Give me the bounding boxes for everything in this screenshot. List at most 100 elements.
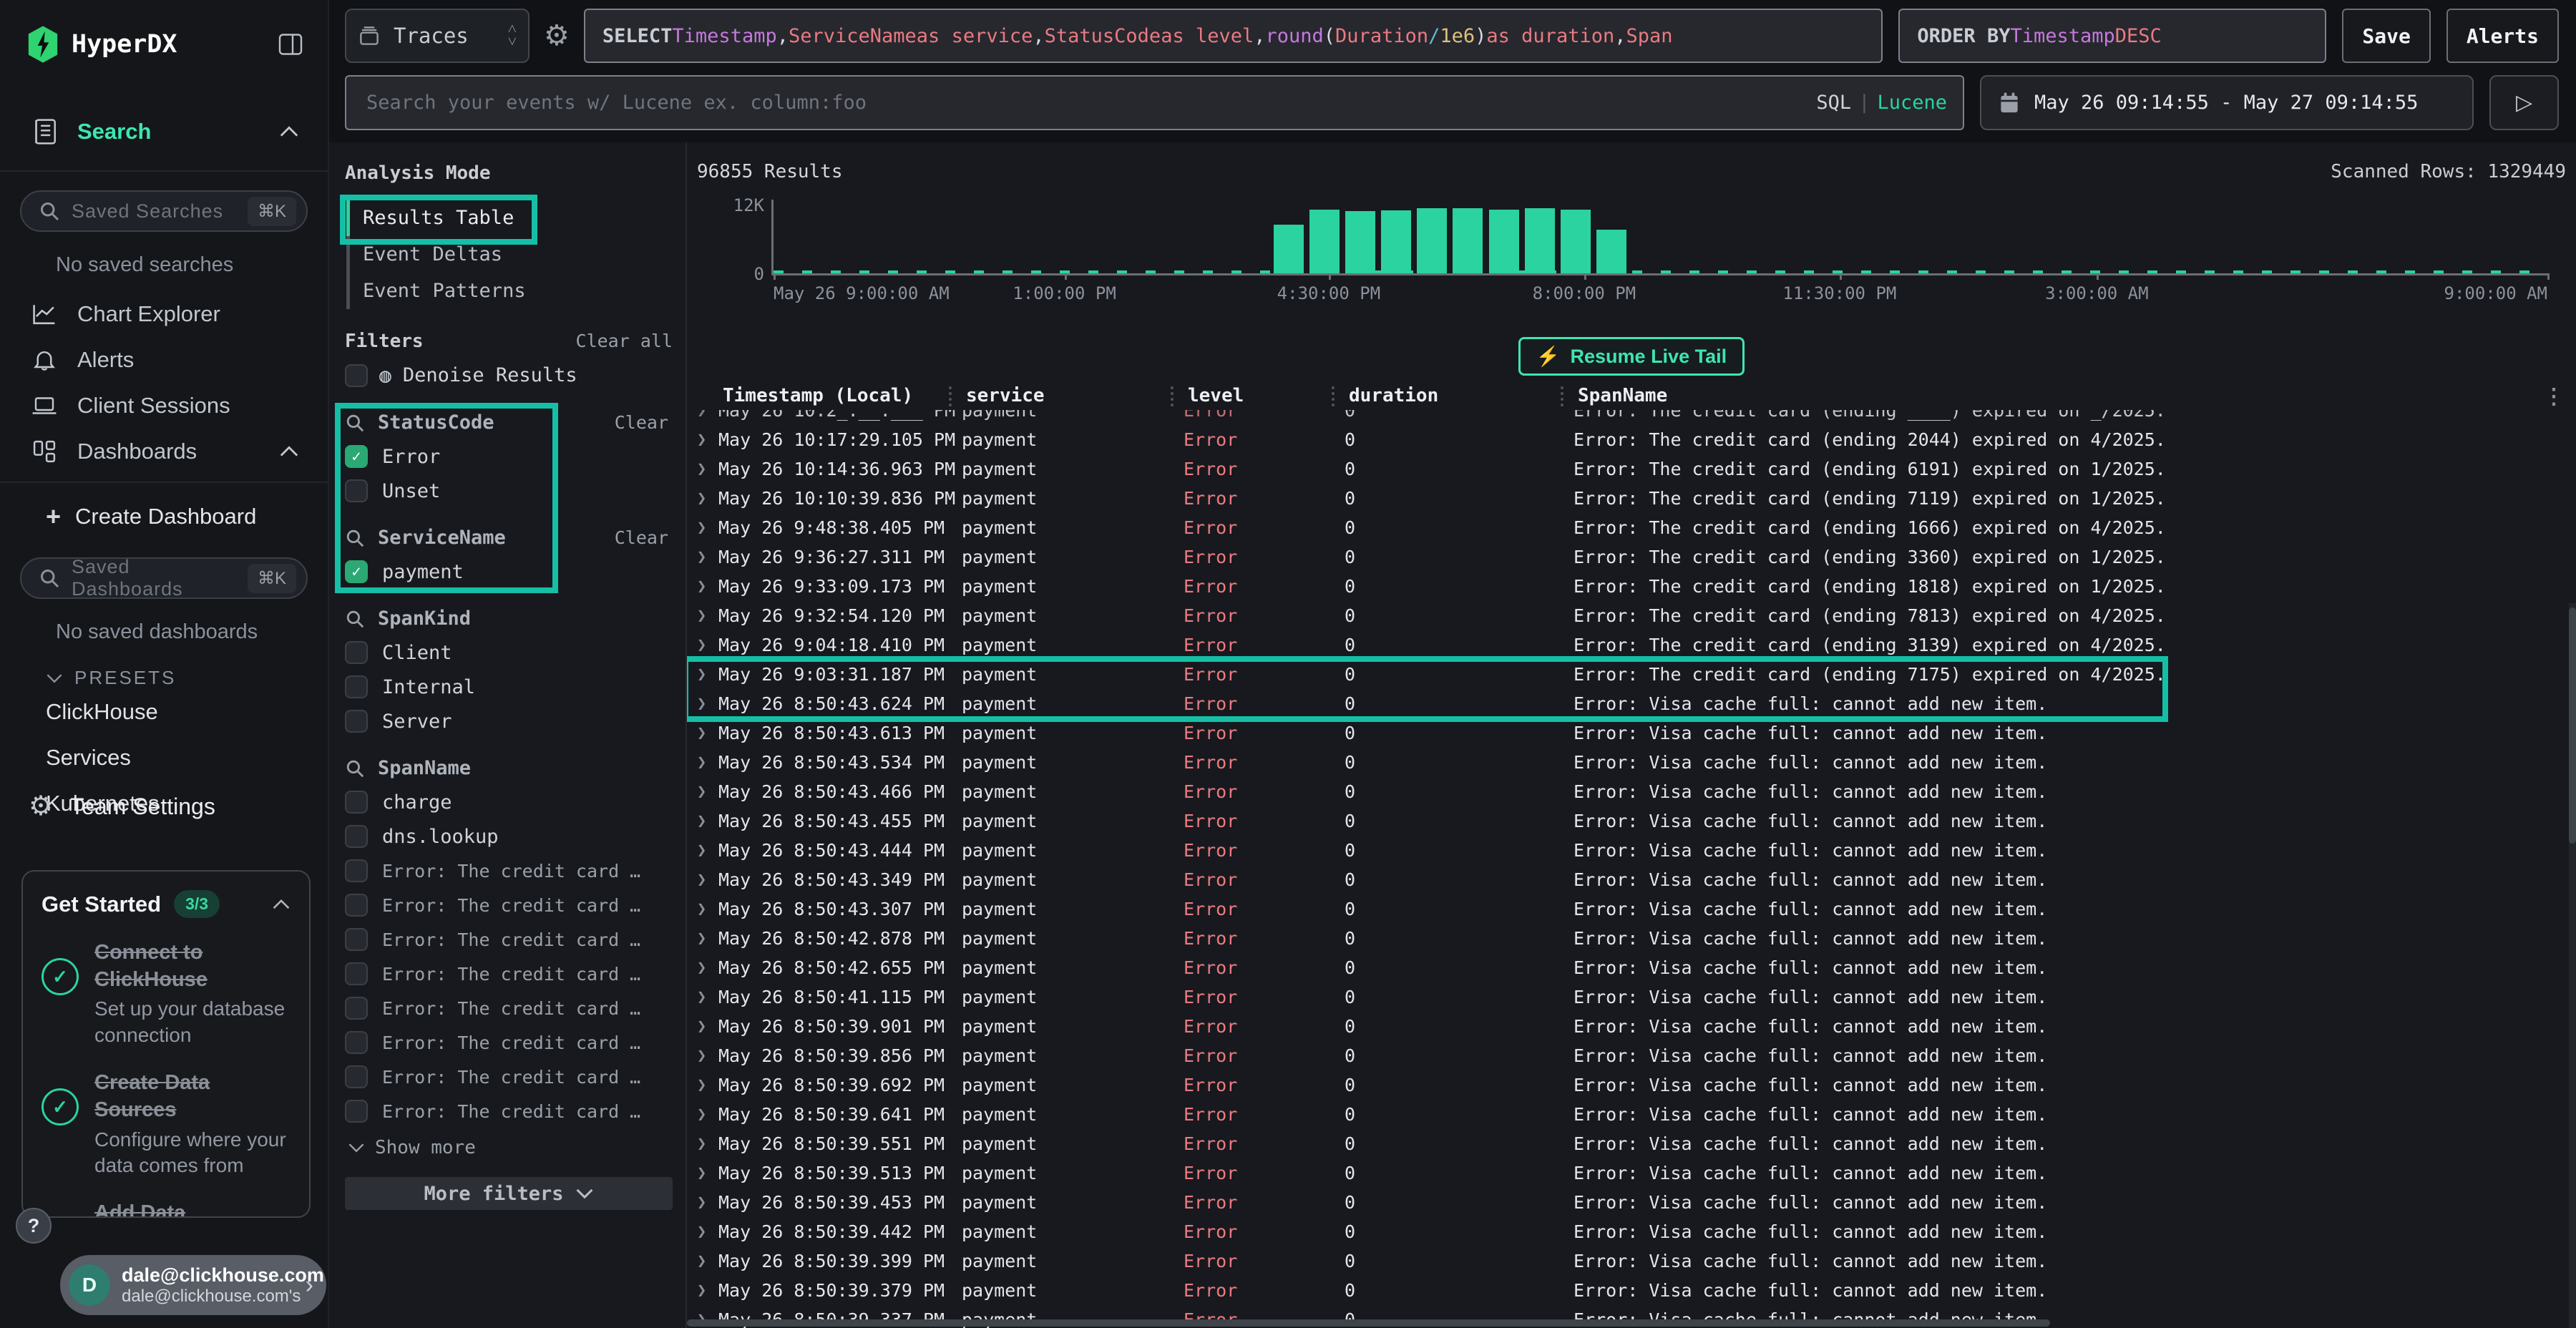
table-row[interactable]: ❯May 26 8:50:39.856 PMpaymentError0Error… — [687, 1041, 2576, 1070]
checkbox-unchecked[interactable] — [345, 710, 368, 733]
checkbox-unchecked[interactable] — [345, 1100, 368, 1123]
filter-option-row[interactable]: ✓Error — [345, 445, 673, 468]
histogram-plot[interactable]: May 26 9:00:00 AM1:00:00 PM4:30:00 PM8:0… — [771, 200, 2547, 275]
get-started-header[interactable]: Get Started 3/3 — [42, 890, 291, 918]
row-expand-chevron-icon[interactable]: ❯ — [697, 753, 718, 771]
row-expand-chevron-icon[interactable]: ❯ — [697, 959, 718, 977]
checkbox-checked[interactable]: ✓ — [345, 560, 368, 583]
table-row[interactable]: ❯May 26 8:50:43.455 PMpaymentError0Error… — [687, 806, 2576, 836]
create-dashboard-button[interactable]: + Create Dashboard — [0, 494, 328, 539]
table-row[interactable]: ❯May 26 8:50:43.444 PMpaymentError0Error… — [687, 836, 2576, 865]
filter-option-row[interactable]: Error: The credit card … — [345, 1065, 673, 1088]
preset-dashboard-clickhouse[interactable]: ClickHouse — [0, 689, 328, 735]
table-row-clipped[interactable]: ❯May 26 10:2_:__.___ PMpaymentError0Erro… — [687, 410, 2576, 425]
column-header-timestamp[interactable]: Timestamp (Local) — [718, 385, 962, 406]
column-header-level[interactable]: level — [1184, 385, 1345, 406]
row-expand-chevron-icon[interactable]: ❯ — [697, 783, 718, 801]
table-row[interactable]: ❯May 26 8:50:41.115 PMpaymentError0Error… — [687, 982, 2576, 1012]
table-row[interactable]: ❯May 26 8:50:39.453 PMpaymentError0Error… — [687, 1188, 2576, 1217]
table-row[interactable]: ❯May 26 10:10:39.836 PMpaymentError0Erro… — [687, 484, 2576, 513]
row-expand-chevron-icon[interactable]: ❯ — [697, 665, 718, 683]
clear-all-filters-button[interactable]: Clear all — [576, 331, 673, 351]
search-icon[interactable] — [345, 413, 365, 433]
table-row[interactable]: ❯May 26 9:33:09.173 PMpaymentError0Error… — [687, 572, 2576, 601]
row-expand-chevron-icon[interactable]: ❯ — [697, 1047, 718, 1065]
sidebar-item-chart-explorer[interactable]: Chart Explorer — [0, 291, 328, 337]
presets-toggle[interactable]: PRESETS — [0, 648, 328, 689]
table-row[interactable]: ❯May 26 10:17:29.105 PMpaymentError0Erro… — [687, 425, 2576, 454]
search-icon[interactable] — [345, 609, 365, 629]
filter-option-row[interactable]: Internal — [345, 675, 673, 698]
table-row[interactable]: ❯May 26 8:50:43.466 PMpaymentError0Error… — [687, 777, 2576, 806]
checkbox-unchecked[interactable] — [345, 1031, 368, 1054]
checkbox-unchecked[interactable] — [345, 791, 368, 814]
table-row[interactable]: ❯May 26 8:50:43.613 PMpaymentError0Error… — [687, 718, 2576, 748]
checkbox-unchecked[interactable] — [345, 479, 368, 502]
filter-group-clear-button[interactable]: Clear — [615, 412, 673, 433]
sidebar-item-client-sessions[interactable]: Client Sessions — [0, 383, 328, 429]
table-row[interactable]: ❯May 26 9:32:54.120 PMpaymentError0Error… — [687, 601, 2576, 630]
row-expand-chevron-icon[interactable]: ❯ — [697, 724, 718, 742]
filter-option-row[interactable]: Error: The credit card … — [345, 894, 673, 917]
table-row[interactable]: ❯May 26 8:50:39.513 PMpaymentError0Error… — [687, 1158, 2576, 1188]
resume-live-tail-button[interactable]: ⚡ Resume Live Tail — [1518, 337, 1745, 376]
table-row[interactable]: ❯May 26 10:14:36.963 PMpaymentError0Erro… — [687, 454, 2576, 484]
saved-searches-input[interactable]: Saved Searches ⌘K — [20, 190, 308, 232]
more-filters-button[interactable]: More filters — [345, 1177, 673, 1210]
source-select[interactable]: Traces ˄˅ — [345, 9, 530, 63]
table-row[interactable]: ❯May 26 8:50:39.692 PMpaymentError0Error… — [687, 1070, 2576, 1100]
analysis-mode-event-patterns[interactable]: Event Patterns — [346, 273, 537, 309]
sidebar-item-dashboards[interactable]: Dashboards — [0, 429, 328, 474]
row-expand-chevron-icon[interactable]: ❯ — [697, 1017, 718, 1035]
row-expand-chevron-icon[interactable]: ❯ — [697, 577, 718, 595]
sidebar-item-search[interactable]: Search — [0, 109, 328, 155]
row-expand-chevron-icon[interactable]: ❯ — [697, 460, 718, 478]
row-expand-chevron-icon[interactable]: ❯ — [697, 1252, 718, 1270]
filter-option-row[interactable]: Unset — [345, 479, 673, 502]
checkbox-checked[interactable]: ✓ — [345, 445, 368, 468]
row-expand-chevron-icon[interactable]: ❯ — [697, 607, 718, 625]
alerts-button[interactable]: Alerts — [2446, 9, 2559, 63]
row-expand-chevron-icon[interactable]: ❯ — [697, 1105, 718, 1123]
table-row[interactable]: ❯May 26 8:50:43.307 PMpaymentError0Error… — [687, 894, 2576, 924]
table-row[interactable]: ❯May 26 8:50:39.551 PMpaymentError0Error… — [687, 1129, 2576, 1158]
chevron-up-icon[interactable] — [272, 899, 291, 910]
row-expand-chevron-icon[interactable]: ❯ — [697, 1223, 718, 1241]
filter-group-clear-button[interactable]: Clear — [615, 527, 673, 548]
source-settings-gear-icon[interactable]: ⚙ — [544, 9, 570, 63]
preset-dashboard-services[interactable]: Services — [0, 735, 328, 781]
table-row[interactable]: ❯May 26 9:04:18.410 PMpaymentError0Error… — [687, 630, 2576, 660]
row-expand-chevron-icon[interactable]: ❯ — [697, 1135, 718, 1153]
row-expand-chevron-icon[interactable]: ❯ — [697, 695, 718, 713]
filter-option-row[interactable]: Server — [345, 710, 673, 733]
column-options-kebab-icon[interactable]: ⋮ — [2543, 384, 2565, 409]
vertical-scrollbar-thumb[interactable] — [2569, 607, 2576, 844]
filter-option-row[interactable]: dns.lookup — [345, 825, 673, 848]
checkbox-unchecked[interactable] — [345, 675, 368, 698]
table-row[interactable]: ❯May 26 8:50:39.399 PMpaymentError0Error… — [687, 1246, 2576, 1276]
checkbox-unchecked[interactable] — [345, 997, 368, 1020]
checkbox-unchecked[interactable] — [345, 962, 368, 985]
sql-orderby-editor[interactable]: ORDER BY Timestamp DESC — [1898, 9, 2326, 63]
run-query-button[interactable]: ▷ — [2489, 75, 2559, 130]
table-row[interactable]: ❯May 26 8:50:42.655 PMpaymentError0Error… — [687, 953, 2576, 982]
checkbox-unchecked[interactable] — [345, 894, 368, 917]
table-row[interactable]: ❯May 26 8:50:42.878 PMpaymentError0Error… — [687, 924, 2576, 953]
row-expand-chevron-icon[interactable]: ❯ — [697, 988, 718, 1006]
search-icon[interactable] — [345, 758, 365, 778]
row-expand-chevron-icon[interactable]: ❯ — [697, 871, 718, 889]
row-expand-chevron-icon[interactable]: ❯ — [697, 519, 718, 537]
language-toggle-sql[interactable]: SQL — [1816, 92, 1851, 114]
filter-option-row[interactable]: Error: The credit card … — [345, 928, 673, 951]
filter-option-row[interactable]: Error: The credit card … — [345, 1100, 673, 1123]
denoise-results-checkbox-row[interactable]: ◍ Denoise Results — [345, 363, 673, 387]
get-started-item[interactable]: ✓Add DataStart sending logs, metrics, or… — [42, 1200, 291, 1218]
row-expand-chevron-icon[interactable]: ❯ — [697, 489, 718, 507]
checkbox-unchecked[interactable] — [345, 641, 368, 664]
row-expand-chevron-icon[interactable]: ❯ — [697, 1076, 718, 1094]
table-row[interactable]: ❯May 26 8:50:43.624 PMpaymentError0Error… — [687, 689, 2576, 718]
column-header-duration[interactable]: duration — [1345, 385, 1574, 406]
language-toggle-lucene[interactable]: Lucene — [1877, 92, 1947, 114]
search-icon[interactable] — [345, 528, 365, 548]
checkbox-unchecked[interactable] — [345, 928, 368, 951]
